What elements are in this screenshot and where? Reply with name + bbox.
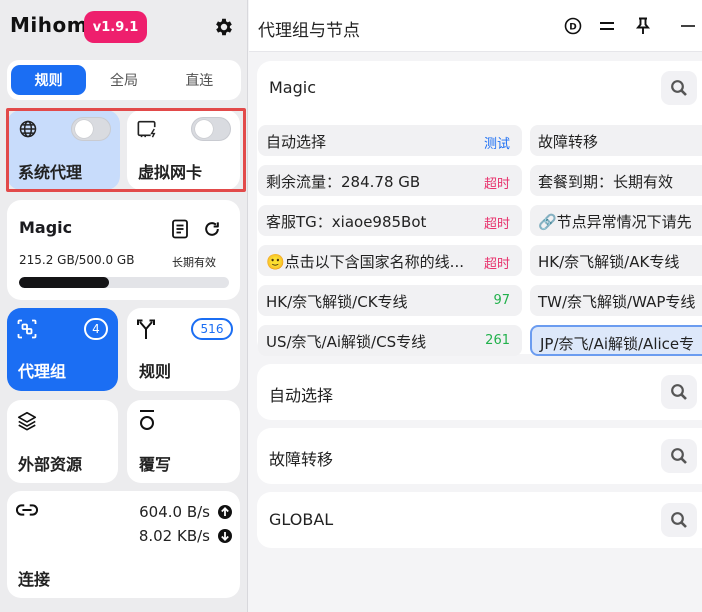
network-card-icon: [137, 120, 156, 138]
proxy-node-name: 客服TG：xiaoe985Bot: [266, 213, 427, 231]
minimize-icon[interactable]: [677, 16, 697, 36]
proxy-node-name: 故障转移: [538, 133, 599, 151]
proxy-node-name: HK/奈飞解锁/AK专线: [538, 253, 680, 271]
nav-proxies[interactable]: 4 代理组: [7, 308, 118, 391]
proxy-node[interactable]: 客服TG：xiaoe985Bot 超时: [258, 205, 522, 236]
profile-expiry: 长期有效: [172, 256, 216, 269]
proxy-node[interactable]: HK/奈飞解锁/AK专线: [530, 245, 702, 276]
upload-icon: [218, 505, 232, 519]
sidebar-header: Mihomo v1.9.1: [0, 0, 248, 52]
page-title: 代理组与节点: [258, 21, 360, 41]
proxy-node-name: JP/奈飞/Ai解锁/Alice专: [540, 335, 695, 353]
pin-icon[interactable]: [633, 16, 653, 36]
gear-icon[interactable]: [213, 16, 235, 38]
profile-name: Magic: [19, 218, 73, 237]
nav-resources-label: 外部资源: [18, 455, 83, 474]
rules-count-badge: 516: [191, 318, 233, 340]
nav-override[interactable]: 覆写: [127, 400, 240, 483]
version-badge[interactable]: v1.9.1: [84, 11, 147, 43]
system-proxy-toggle[interactable]: [71, 117, 111, 141]
search-icon: [671, 384, 687, 400]
download-speed: 8.02 KB/s: [138, 527, 210, 545]
tun-label: 虚拟网卡: [138, 163, 203, 182]
proxy-node[interactable]: US/奈飞/Ai解锁/CS专线 261: [258, 325, 522, 356]
group-name: 自动选择: [269, 386, 334, 405]
nav-resources[interactable]: 外部资源: [7, 400, 118, 483]
proxy-node-name: HK/奈飞解锁/CK专线: [266, 293, 408, 311]
proxy-node[interactable]: HK/奈飞解锁/CK专线 97: [258, 285, 522, 316]
proxy-delay: 超时: [483, 257, 510, 272]
proxy-delay: 97: [493, 293, 510, 308]
proxy-node-name: TW/奈飞解锁/WAP专线: [538, 293, 696, 311]
search-button[interactable]: [661, 71, 697, 105]
mode-global-tab[interactable]: 全局: [86, 65, 161, 95]
mode-rule-tab[interactable]: 规则: [11, 65, 87, 95]
connections-label: 连接: [18, 570, 51, 589]
sort-icon[interactable]: [597, 16, 617, 36]
search-icon: [671, 448, 687, 464]
proxy-node[interactable]: 剩余流量：284.78 GB 超时: [258, 165, 522, 196]
main-header: 代理组与节点 D: [249, 0, 702, 52]
layers-icon: [17, 411, 37, 431]
proxy-group-icon: [17, 319, 37, 339]
main-panel: 代理组与节点 D Magic 自动选择 测试 故障转移 剩余流量：284.78 GB 超…: [249, 0, 702, 612]
search-button[interactable]: [661, 439, 697, 473]
proxy-delay: 261: [485, 333, 510, 348]
system-proxy-card[interactable]: 系统代理: [7, 110, 120, 190]
proxy-node-name: US/奈飞/Ai解锁/CS专线: [266, 333, 427, 351]
sidebar: Mihomo v1.9.1 规则 全局 直连 系统代理 虚拟网卡 Magic 2…: [0, 0, 248, 612]
traffic-usage-bar: [19, 277, 229, 288]
nav-override-label: 覆写: [139, 455, 172, 474]
search-button[interactable]: [661, 375, 697, 409]
proxies-count-badge: 4: [84, 318, 108, 340]
group-name: GLOBAL: [269, 510, 334, 529]
proxy-node[interactable]: 🔗节点异常情况下请先: [530, 205, 702, 236]
nav-rules-label: 规则: [139, 362, 172, 381]
proxy-delay: 超时: [483, 217, 510, 232]
mode-switcher: 规则 全局 直连: [7, 60, 241, 100]
tun-card[interactable]: 虚拟网卡: [127, 110, 240, 190]
proxy-node-name: 剩余流量：284.78 GB: [266, 173, 421, 191]
mode-direct-tab[interactable]: 直连: [162, 65, 237, 95]
proxy-node-name: 自动选择: [266, 133, 327, 151]
proxy-node[interactable]: TW/奈飞解锁/WAP专线: [530, 285, 702, 316]
search-button[interactable]: [661, 503, 697, 537]
proxy-node[interactable]: 自动选择 测试: [258, 125, 522, 156]
refresh-icon[interactable]: [202, 219, 222, 239]
globe-icon: [19, 120, 37, 138]
group-name[interactable]: Magic: [269, 78, 316, 97]
proxy-group-auto[interactable]: 自动选择: [257, 364, 702, 420]
nav-rules[interactable]: 516 规则: [127, 308, 240, 391]
proxy-group-fallback[interactable]: 故障转移: [257, 428, 702, 484]
proxy-node-name: 🔗节点异常情况下请先: [538, 213, 692, 231]
profile-traffic: 215.2 GB/500.0 GB: [19, 253, 135, 267]
fork-icon: [137, 319, 155, 339]
group-name: 故障转移: [269, 450, 334, 469]
search-icon: [671, 512, 687, 528]
override-icon: [140, 410, 154, 430]
proxy-node[interactable]: 套餐到期：长期有效: [530, 165, 702, 196]
upload-speed: 604.0 B/s: [139, 503, 210, 521]
tun-toggle[interactable]: [191, 117, 231, 141]
nav-proxies-label: 代理组: [18, 362, 67, 381]
system-proxy-label: 系统代理: [18, 163, 83, 182]
proxy-node[interactable]: 🙂点击以下含国家名称的线... 超时: [258, 245, 522, 276]
link-icon: [16, 504, 38, 516]
connections-card[interactable]: 604.0 B/s 8.02 KB/s 连接: [7, 491, 240, 598]
proxy-node-name: 套餐到期：长期有效: [538, 173, 674, 191]
traffic-usage-fill: [19, 277, 110, 288]
download-icon: [218, 529, 232, 543]
search-icon: [671, 80, 687, 96]
proxy-node[interactable]: JP/奈飞/Ai解锁/Alice专: [530, 325, 702, 356]
proxy-node[interactable]: 故障转移: [530, 125, 702, 156]
svg-text:D: D: [569, 23, 576, 33]
proxy-node-name: 🙂点击以下含国家名称的线...: [266, 253, 464, 271]
proxy-group-magic: Magic 自动选择 测试 故障转移剩余流量：284.78 GB 超时 套餐到期：长期有…: [257, 61, 702, 356]
proxy-group-global[interactable]: GLOBAL: [257, 492, 702, 548]
proxy-delay[interactable]: 测试: [484, 133, 510, 152]
proxy-mode-icon[interactable]: D: [563, 16, 583, 36]
proxy-delay: 超时: [483, 177, 510, 192]
document-icon[interactable]: [171, 219, 189, 239]
